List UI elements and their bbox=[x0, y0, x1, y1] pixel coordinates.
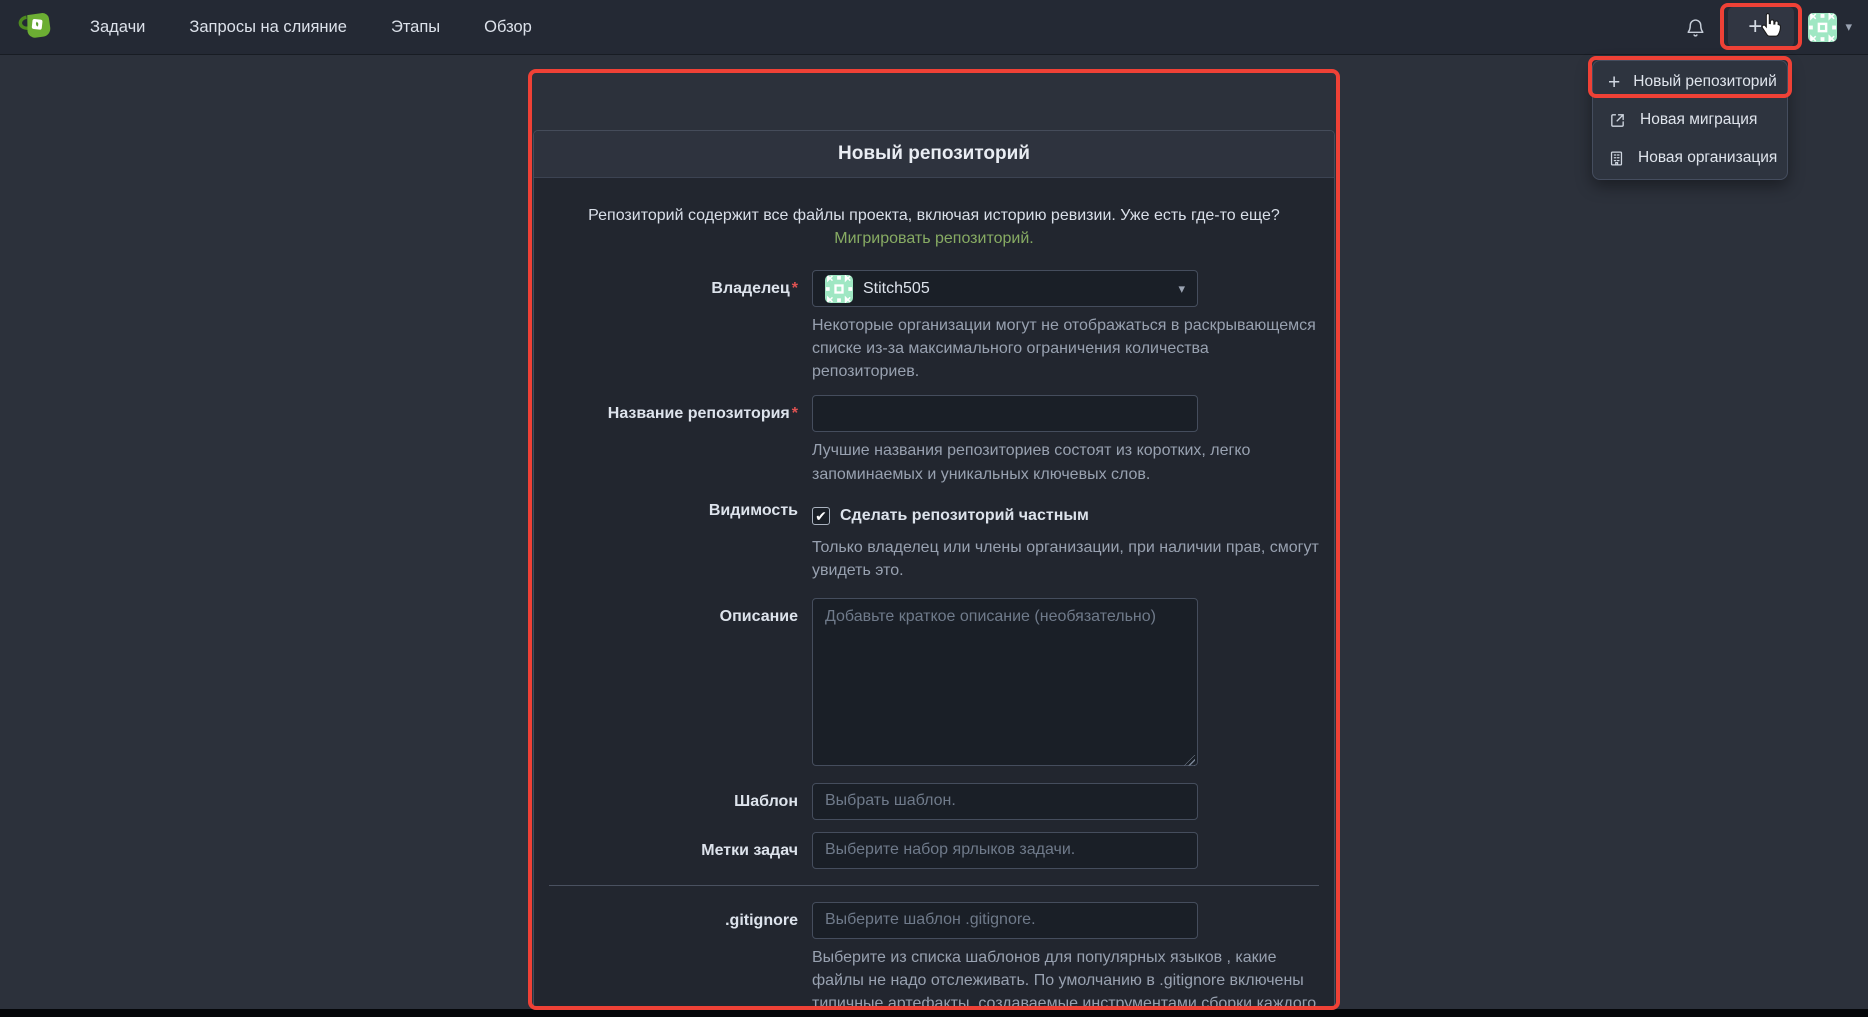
chevron-down-icon: ▾ bbox=[1768, 19, 1775, 35]
nav-item-explore[interactable]: Обзор bbox=[484, 18, 532, 37]
menu-item-label: Новая организация bbox=[1638, 149, 1777, 167]
issue-labels-label: Метки задач bbox=[548, 832, 798, 869]
gitea-logo-icon[interactable] bbox=[18, 9, 54, 45]
template-placeholder: Выбрать шаблон. bbox=[825, 792, 956, 810]
issue-labels-placeholder: Выберите набор ярлыков задачи. bbox=[825, 841, 1075, 859]
private-checkbox[interactable]: ✔ bbox=[812, 507, 830, 525]
template-select[interactable]: Выбрать шаблон. bbox=[812, 783, 1198, 820]
owner-label-text: Владелец bbox=[711, 280, 789, 297]
navbar-right: + ▾ ▾ bbox=[1678, 7, 1852, 47]
issue-labels-label-text: Метки задач bbox=[701, 842, 798, 859]
avatar-chevron-down-icon: ▾ bbox=[1845, 19, 1852, 35]
repo-name-label-text: Название репозитория bbox=[608, 405, 790, 422]
nav-item-issues[interactable]: Задачи bbox=[90, 18, 145, 37]
notifications-bell-icon[interactable] bbox=[1678, 10, 1712, 44]
migrate-repository-link[interactable]: Мигрировать репозиторий. bbox=[834, 230, 1033, 247]
visibility-label: Видимость bbox=[548, 498, 798, 582]
owner-label: Владелец* bbox=[548, 270, 798, 383]
check-icon: ✔ bbox=[815, 508, 827, 525]
template-field: Шаблон Выбрать шаблон. bbox=[548, 783, 1320, 820]
form-header: Новый репозиторий bbox=[534, 131, 1334, 178]
menu-item-new-repository[interactable]: + Новый репозиторий bbox=[1593, 63, 1787, 101]
section-divider bbox=[549, 885, 1319, 886]
menu-item-label: Новая миграция bbox=[1640, 111, 1757, 129]
description-label: Описание bbox=[548, 598, 798, 771]
menu-item-label: Новый репозиторий bbox=[1633, 73, 1776, 91]
migration-icon bbox=[1608, 112, 1627, 129]
issue-labels-select[interactable]: Выберите набор ярлыков задачи. bbox=[812, 832, 1198, 869]
description-label-text: Описание bbox=[720, 608, 798, 625]
page-title: Новый репозиторий bbox=[838, 143, 1030, 165]
required-asterisk: * bbox=[792, 280, 798, 297]
owner-field: Владелец* bbox=[548, 270, 1320, 383]
page-background: Новый репозиторий Репозиторий содержит в… bbox=[0, 56, 1868, 1009]
owner-chevron-down-icon: ▾ bbox=[1178, 281, 1185, 297]
gitignore-select[interactable]: Выберите шаблон .gitignore. bbox=[812, 902, 1198, 939]
repo-name-help-text: Лучшие названия репозиториев состоят из … bbox=[812, 439, 1320, 485]
template-label-text: Шаблон bbox=[734, 793, 798, 810]
plus-icon: + bbox=[1608, 72, 1620, 93]
form-intro: Репозиторий содержит все файлы проекта, … bbox=[579, 204, 1289, 250]
gitignore-label-text: .gitignore bbox=[725, 912, 798, 929]
intro-text: Репозиторий содержит все файлы проекта, … bbox=[588, 207, 1280, 224]
top-navbar: Задачи Запросы на слияние Этапы Обзор + … bbox=[0, 0, 1868, 55]
user-avatar[interactable] bbox=[1808, 13, 1837, 42]
organization-icon bbox=[1608, 150, 1625, 167]
gitignore-help-text: Выберите из списка шаблонов для популярн… bbox=[812, 946, 1320, 1017]
required-asterisk: * bbox=[792, 405, 798, 422]
menu-item-new-migration[interactable]: Новая миграция bbox=[1593, 101, 1787, 139]
repo-name-input[interactable] bbox=[812, 395, 1198, 432]
main-nav: Задачи Запросы на слияние Этапы Обзор bbox=[90, 18, 532, 37]
owner-help-text: Некоторые организации могут не отображат… bbox=[812, 314, 1320, 383]
owner-value: Stitch505 bbox=[863, 280, 930, 298]
gitignore-field: .gitignore Выберите шаблон .gitignore. В… bbox=[548, 902, 1320, 1017]
plus-icon: + bbox=[1748, 15, 1762, 39]
create-new-button[interactable]: + ▾ bbox=[1728, 7, 1794, 47]
menu-item-new-organization[interactable]: Новая организация bbox=[1593, 139, 1787, 177]
visibility-help-text: Только владелец или члены организации, п… bbox=[812, 536, 1320, 582]
bottom-black-strip bbox=[0, 1009, 1868, 1017]
owner-avatar bbox=[825, 275, 853, 303]
gitignore-placeholder: Выберите шаблон .gitignore. bbox=[825, 911, 1036, 929]
private-checkbox-label[interactable]: Сделать репозиторий частным bbox=[840, 507, 1089, 525]
repo-name-field: Название репозитория* Лучшие названия ре… bbox=[548, 395, 1320, 485]
nav-item-pull-requests[interactable]: Запросы на слияние bbox=[189, 18, 347, 37]
visibility-label-text: Видимость bbox=[709, 502, 798, 519]
create-dropdown-menu: + Новый репозиторий Новая миграция Новая… bbox=[1592, 60, 1788, 180]
nav-item-milestones[interactable]: Этапы bbox=[391, 18, 440, 37]
new-repository-form: Новый репозиторий Репозиторий содержит в… bbox=[533, 130, 1335, 1017]
repo-name-label: Название репозитория* bbox=[548, 395, 798, 485]
description-field: Описание bbox=[548, 598, 1320, 771]
template-label: Шаблон bbox=[548, 783, 798, 820]
user-avatar-menu[interactable]: ▾ bbox=[1808, 13, 1852, 42]
issue-labels-field: Метки задач Выберите набор ярлыков задач… bbox=[548, 832, 1320, 869]
form-body: Репозиторий содержит все файлы проекта, … bbox=[534, 178, 1334, 1017]
description-textarea[interactable] bbox=[812, 598, 1198, 766]
gitignore-label: .gitignore bbox=[548, 902, 798, 1017]
visibility-field: Видимость ✔ Сделать репозиторий частным … bbox=[548, 498, 1320, 582]
owner-select[interactable]: Stitch505 ▾ bbox=[812, 270, 1198, 307]
